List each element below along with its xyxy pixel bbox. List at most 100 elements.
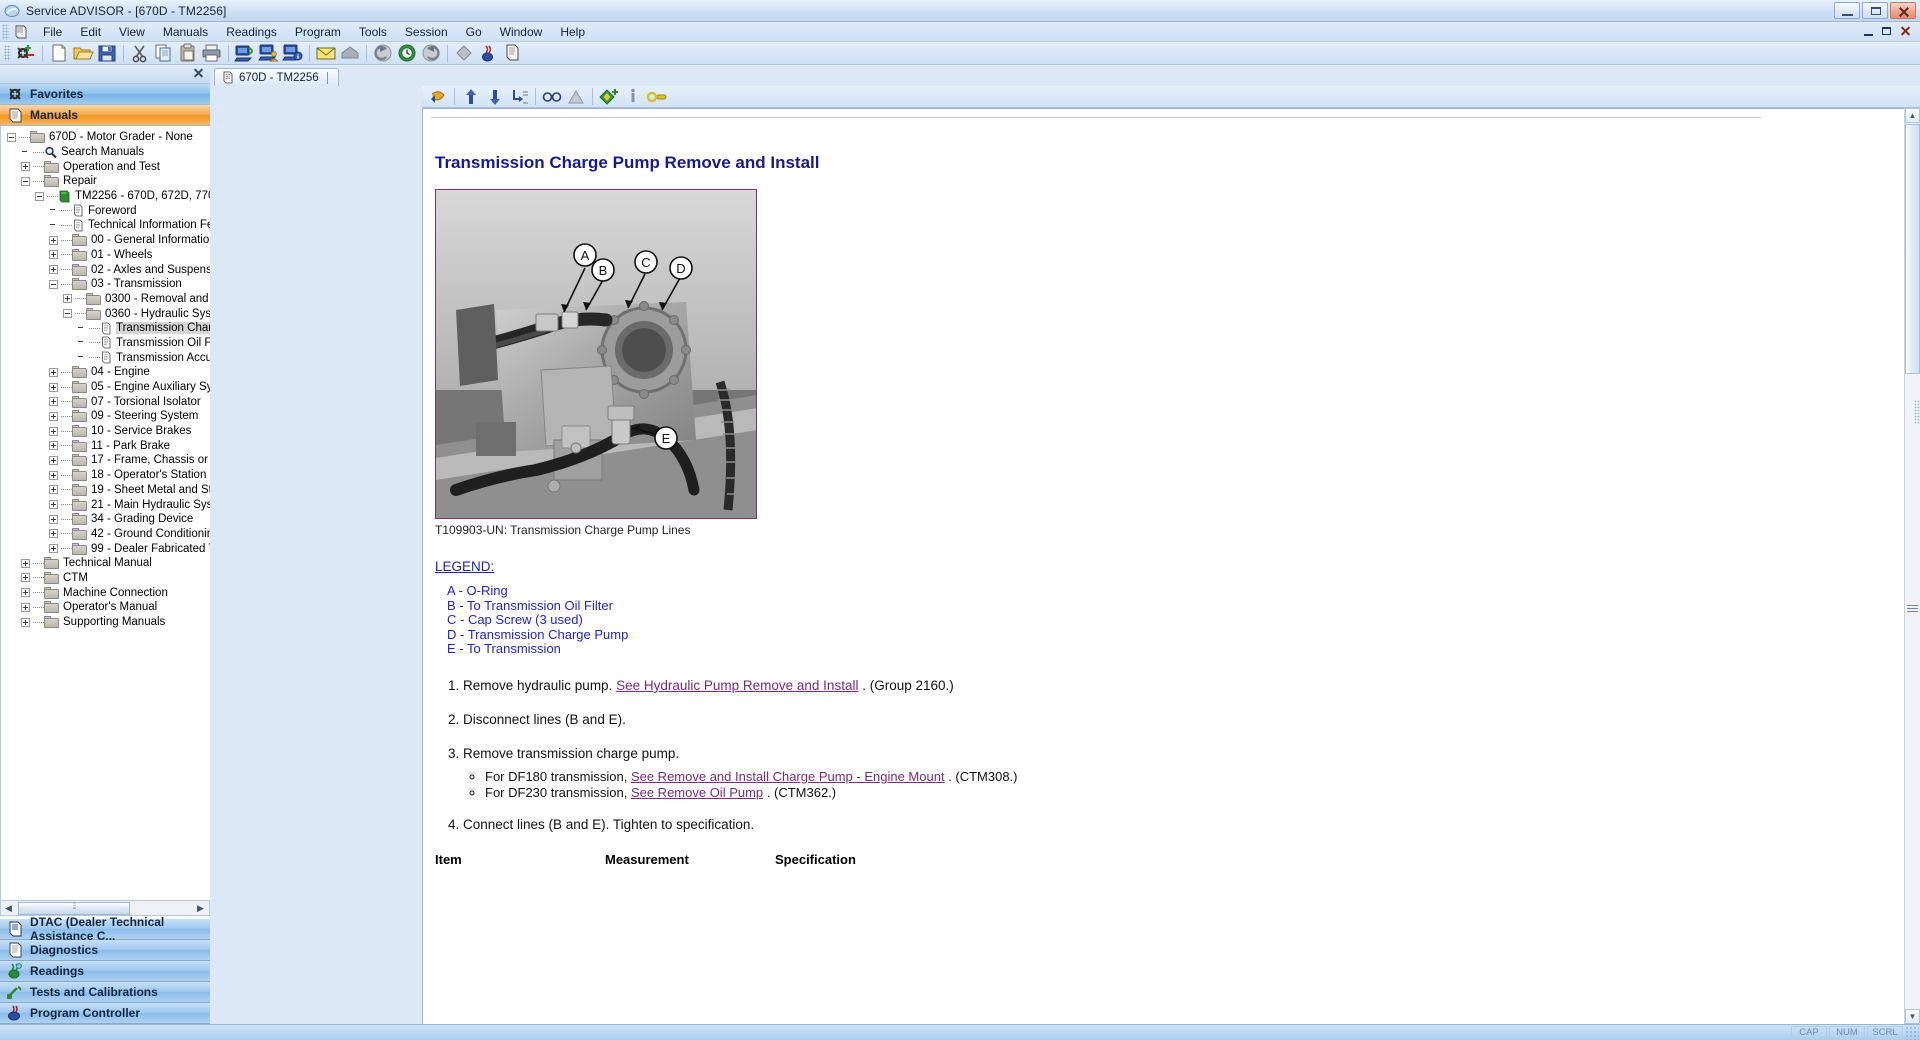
menu-session[interactable]: Session	[396, 23, 457, 41]
tree-item[interactable]: 02 - Axles and Suspension S	[1, 262, 210, 277]
nav-item-readings[interactable]: Readings	[0, 961, 210, 982]
expand-icon[interactable]	[49, 529, 58, 539]
menu-help[interactable]: Help	[551, 23, 594, 41]
tree-item[interactable]: 01 - Wheels	[1, 248, 210, 263]
email-icon[interactable]	[314, 42, 338, 64]
collapse-icon[interactable]	[21, 176, 30, 186]
tree-item[interactable]: 670D - Motor Grader - None	[1, 130, 210, 145]
tree-item[interactable]: 19 - Sheet Metal and Styling	[1, 483, 210, 498]
tree-item[interactable]: 11 - Park Brake	[1, 438, 210, 453]
mdi-close-button[interactable]	[1897, 23, 1914, 40]
tree-item[interactable]: Search Manuals	[1, 145, 210, 160]
expand-icon[interactable]	[49, 485, 58, 495]
expand-icon[interactable]	[49, 411, 58, 421]
menu-go[interactable]: Go	[457, 23, 491, 41]
expand-icon[interactable]	[21, 588, 30, 598]
scroll-right-arrow[interactable]: ▶	[193, 901, 208, 915]
minimize-button[interactable]	[1834, 2, 1860, 19]
machine-user-icon[interactable]	[257, 42, 281, 64]
readings-icon[interactable]	[476, 42, 500, 64]
tree-item[interactable]: 07 - Torsional Isolator	[1, 394, 210, 409]
save-icon[interactable]	[95, 42, 119, 64]
menu-readings[interactable]: Readings	[217, 23, 286, 41]
favorites-header[interactable]: Favorites	[0, 84, 210, 105]
expand-icon[interactable]	[49, 426, 58, 436]
collapse-icon[interactable]	[7, 132, 16, 142]
scroll-thumb[interactable]	[1905, 124, 1920, 374]
tree-item[interactable]: Transmission Accumu	[1, 350, 210, 365]
print-icon[interactable]	[200, 42, 224, 64]
open-folder-icon[interactable]	[71, 42, 95, 64]
expand-icon[interactable]	[63, 294, 72, 304]
copy-icon[interactable]	[152, 42, 176, 64]
panel-splitter-grip[interactable]	[1914, 400, 1920, 424]
tree-item[interactable]: 04 - Engine	[1, 365, 210, 380]
expand-icon[interactable]	[21, 602, 30, 612]
tree-item[interactable]: 34 - Grading Device	[1, 512, 210, 527]
tree-item[interactable]: TM2256 - 670D, 672D, 770D, 7	[1, 189, 210, 204]
expand-icon[interactable]	[21, 558, 30, 568]
diagnostics-icon[interactable]	[452, 42, 476, 64]
menu-edit[interactable]: Edit	[71, 23, 110, 41]
menu-tools[interactable]: Tools	[350, 23, 396, 41]
nav-item-dtac[interactable]: DTAC (Dealer Technical Assistance C...	[0, 915, 210, 943]
tree-item[interactable]: Operation and Test	[1, 159, 210, 174]
tree-item[interactable]: 0360 - Hydraulic System	[1, 306, 210, 321]
manuals-icon[interactable]	[500, 42, 524, 64]
paste-icon[interactable]	[176, 42, 200, 64]
nav-item-diagnostics[interactable]: Diagnostics	[0, 940, 210, 961]
tree-item[interactable]: Repair	[1, 174, 210, 189]
menu-file[interactable]: File	[34, 23, 71, 41]
expand-icon[interactable]	[49, 455, 58, 465]
warning-icon[interactable]	[564, 86, 588, 108]
expand-icon[interactable]	[49, 544, 58, 554]
expand-icon[interactable]	[21, 162, 30, 172]
expand-icon[interactable]	[49, 367, 58, 377]
expand-icon[interactable]	[49, 265, 58, 275]
cut-icon[interactable]	[128, 42, 152, 64]
tree-item[interactable]: 99 - Dealer Fabricated Tool	[1, 541, 210, 556]
scroll-down-arrow[interactable]: ▼	[1905, 1009, 1920, 1024]
info-icon[interactable]	[621, 86, 645, 108]
tree-item[interactable]: 00 - General Information	[1, 233, 210, 248]
tree-item[interactable]: 0300 - Removal and Ins	[1, 292, 210, 307]
go-to-icon[interactable]	[507, 86, 531, 108]
home-icon[interactable]	[338, 42, 362, 64]
tree-item[interactable]: Machine Connection	[1, 585, 210, 600]
scroll-up-arrow[interactable]: ▲	[1905, 108, 1920, 123]
menu-view[interactable]: View	[110, 23, 154, 41]
tree-item[interactable]: 21 - Main Hydraulic System	[1, 497, 210, 512]
toolbar-drag-grip[interactable]	[4, 45, 11, 61]
tree-item[interactable]: Transmission Charge	[1, 321, 210, 336]
history-icon[interactable]	[395, 42, 419, 64]
next-icon[interactable]	[483, 86, 507, 108]
link-icon[interactable]	[645, 86, 669, 108]
collapse-icon[interactable]	[35, 191, 44, 201]
return-icon[interactable]	[426, 86, 450, 108]
manual-tree[interactable]: 670D - Motor Grader - None Search Manuals…	[0, 126, 210, 916]
cross-reference-link[interactable]: See Remove and Install Charge Pump - Eng…	[631, 769, 945, 784]
tree-item[interactable]: Technical Manual	[1, 556, 210, 571]
expand-icon[interactable]	[49, 441, 58, 451]
menu-manuals[interactable]: Manuals	[154, 23, 217, 41]
tree-item[interactable]: 10 - Service Brakes	[1, 424, 210, 439]
expand-icon[interactable]	[49, 514, 58, 524]
window-resize-grip[interactable]	[1905, 1025, 1919, 1040]
tree-item[interactable]: 42 - Ground Conditioning T	[1, 527, 210, 542]
collapse-icon[interactable]	[63, 309, 72, 319]
tree-item[interactable]: Supporting Manuals	[1, 615, 210, 630]
tree-item[interactable]: Foreword	[1, 203, 210, 218]
find-icon[interactable]	[540, 86, 564, 108]
expand-icon[interactable]	[49, 382, 58, 392]
collapse-icon[interactable]	[49, 279, 58, 289]
expand-icon[interactable]	[49, 470, 58, 480]
tree-item[interactable]: CTM	[1, 571, 210, 586]
tree-item[interactable]: 03 - Transmission	[1, 277, 210, 292]
tree-item[interactable]: Transmission Oil Filt	[1, 336, 210, 351]
scroll-thumb[interactable]	[18, 901, 130, 915]
expand-icon[interactable]	[49, 250, 58, 260]
menu-drag-grip[interactable]	[2, 23, 9, 40]
tree-item[interactable]: 17 - Frame, Chassis or Supp	[1, 453, 210, 468]
expand-icon[interactable]	[49, 500, 58, 510]
tree-item[interactable]: 05 - Engine Auxiliary System	[1, 380, 210, 395]
